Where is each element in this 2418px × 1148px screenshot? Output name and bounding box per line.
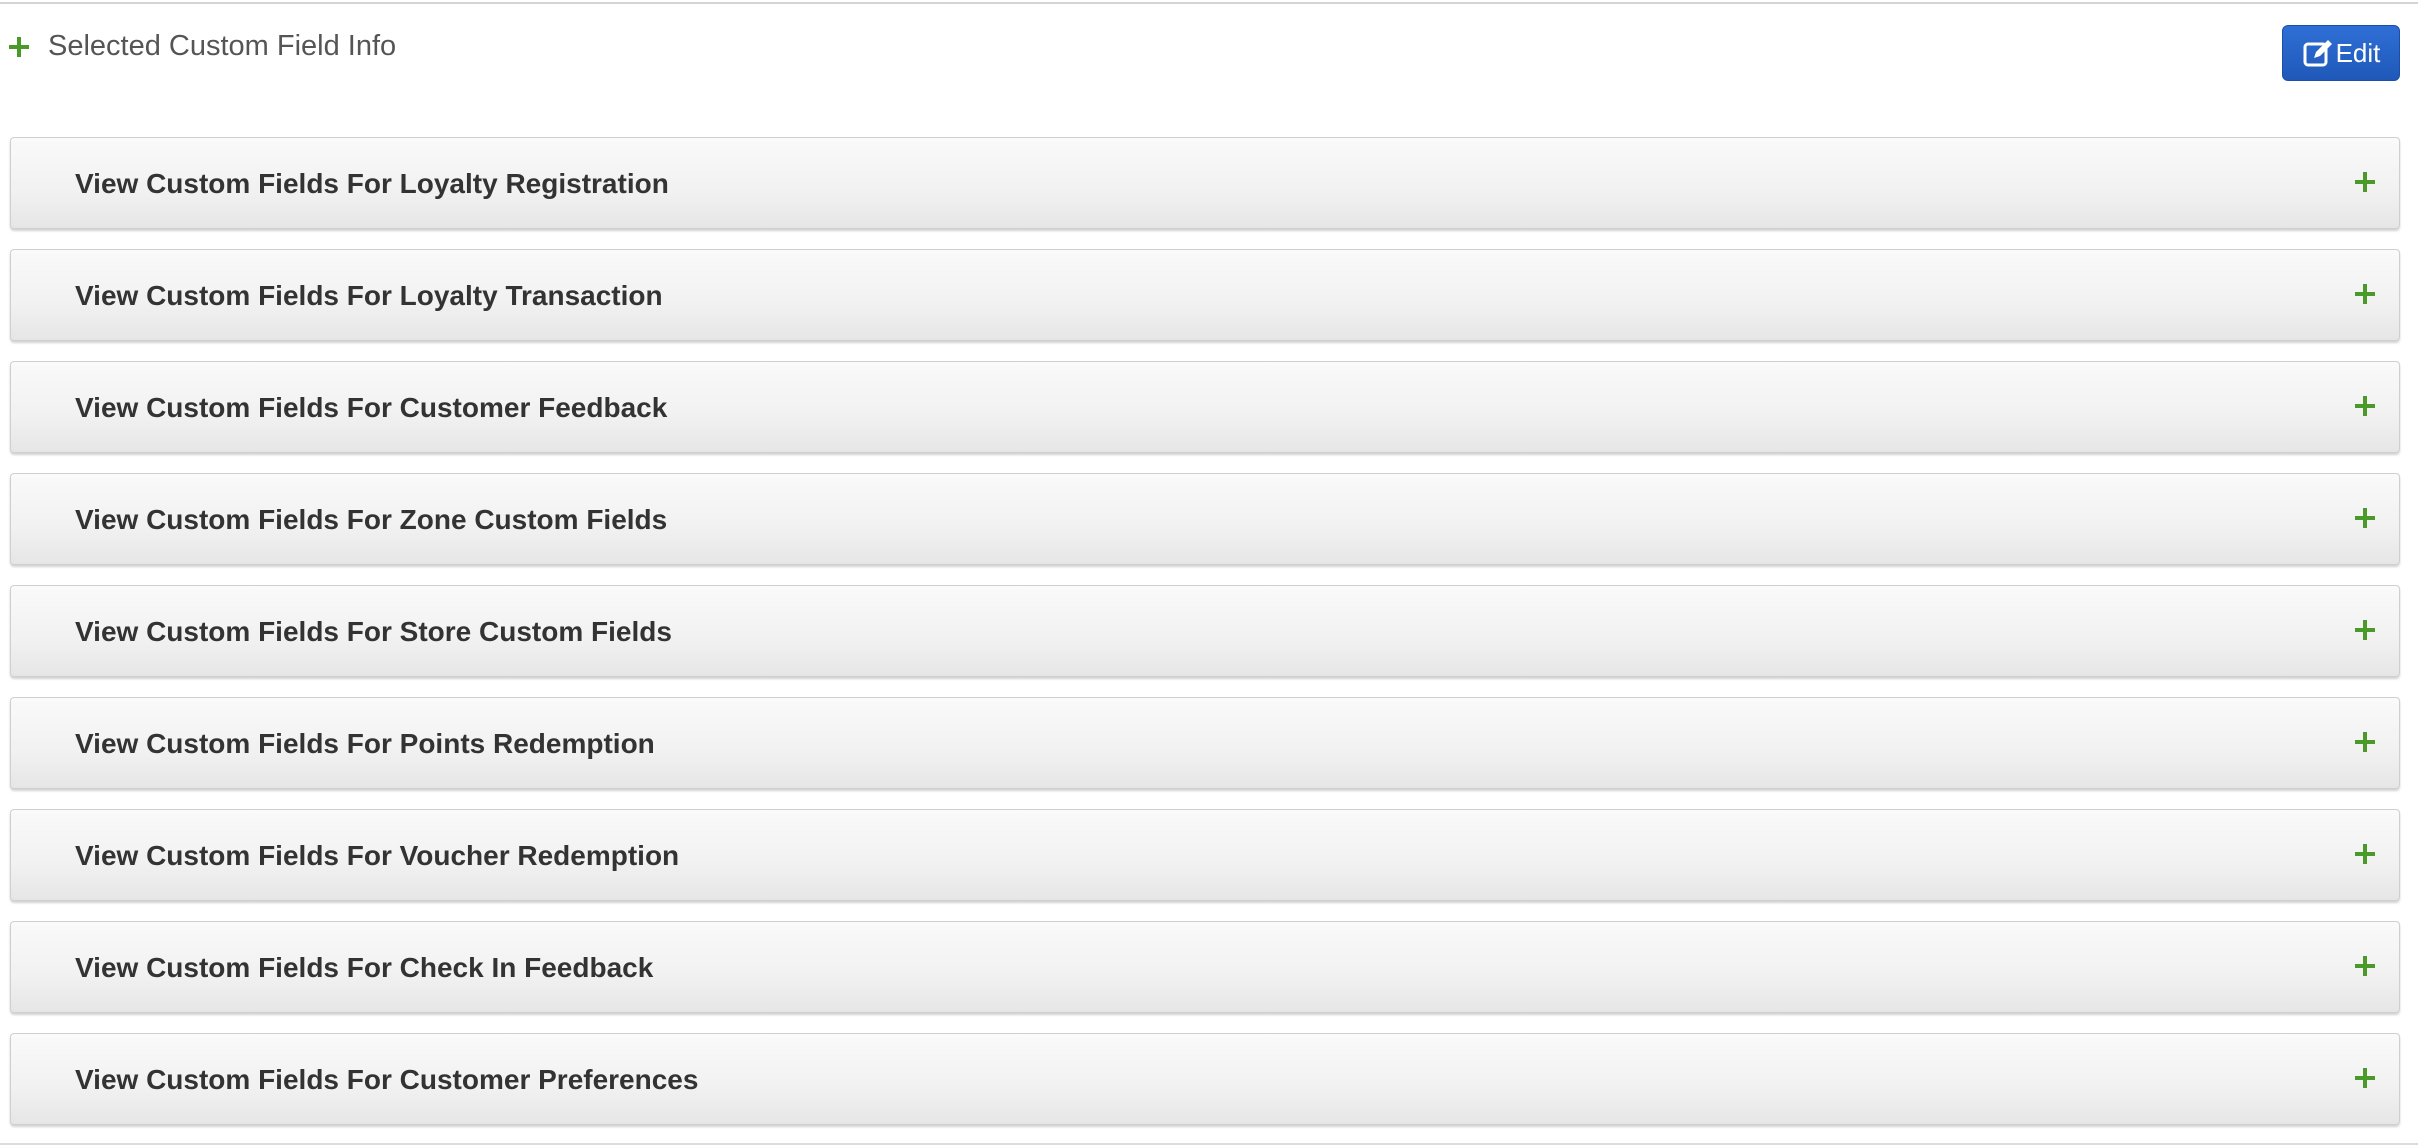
panel-label: View Custom Fields For Customer Preferen…: [75, 1064, 699, 1095]
panel-voucher-redemption[interactable]: View Custom Fields For Voucher Redemptio…: [10, 809, 2400, 901]
panel-label: View Custom Fields For Voucher Redemptio…: [75, 840, 680, 871]
panel-customer-preferences[interactable]: View Custom Fields For Customer Preferen…: [10, 1033, 2400, 1125]
panel-label: View Custom Fields For Check In Feedback: [75, 952, 654, 983]
plus-icon[interactable]: [2353, 506, 2377, 530]
plus-icon[interactable]: [2353, 282, 2377, 306]
section-title[interactable]: Selected Custom Field Info: [48, 28, 396, 64]
bottom-divider: [0, 1143, 2418, 1145]
panel-customer-feedback[interactable]: View Custom Fields For Customer Feedback: [10, 361, 2400, 453]
plus-icon[interactable]: [2353, 954, 2377, 978]
panel-label: View Custom Fields For Zone Custom Field…: [75, 504, 668, 535]
edit-button-label: Edit: [2335, 37, 2381, 68]
panel-points-redemption[interactable]: View Custom Fields For Points Redemption: [10, 697, 2400, 789]
panel-zone-custom-fields[interactable]: View Custom Fields For Zone Custom Field…: [10, 473, 2400, 565]
panel-label: View Custom Fields For Loyalty Transacti…: [75, 280, 663, 311]
selected-custom-field-header: Selected Custom Field Info Edit: [0, 4, 2418, 104]
edit-button[interactable]: Edit: [2282, 25, 2400, 81]
plus-icon[interactable]: [2353, 842, 2377, 866]
plus-icon[interactable]: [2353, 1066, 2377, 1090]
custom-field-panels: View Custom Fields For Loyalty Registrat…: [10, 137, 2400, 1145]
panel-store-custom-fields[interactable]: View Custom Fields For Store Custom Fiel…: [10, 585, 2400, 677]
panel-check-in-feedback[interactable]: View Custom Fields For Check In Feedback: [10, 921, 2400, 1013]
panel-loyalty-registration[interactable]: View Custom Fields For Loyalty Registrat…: [10, 137, 2400, 229]
panel-label: View Custom Fields For Store Custom Fiel…: [75, 616, 672, 647]
plus-icon[interactable]: [2353, 394, 2377, 418]
plus-icon[interactable]: [2353, 730, 2377, 754]
custom-fields-page: Selected Custom Field Info Edit View Cus…: [0, 0, 2418, 1148]
plus-icon[interactable]: [2353, 618, 2377, 642]
panel-label: View Custom Fields For Loyalty Registrat…: [75, 168, 669, 199]
plus-icon[interactable]: [2353, 170, 2377, 194]
panel-label: View Custom Fields For Points Redemption: [75, 728, 655, 759]
edit-icon: [2302, 38, 2334, 68]
panel-loyalty-transaction[interactable]: View Custom Fields For Loyalty Transacti…: [10, 249, 2400, 341]
panel-label: View Custom Fields For Customer Feedback: [75, 392, 668, 423]
expand-plus-icon[interactable]: [6, 34, 32, 60]
